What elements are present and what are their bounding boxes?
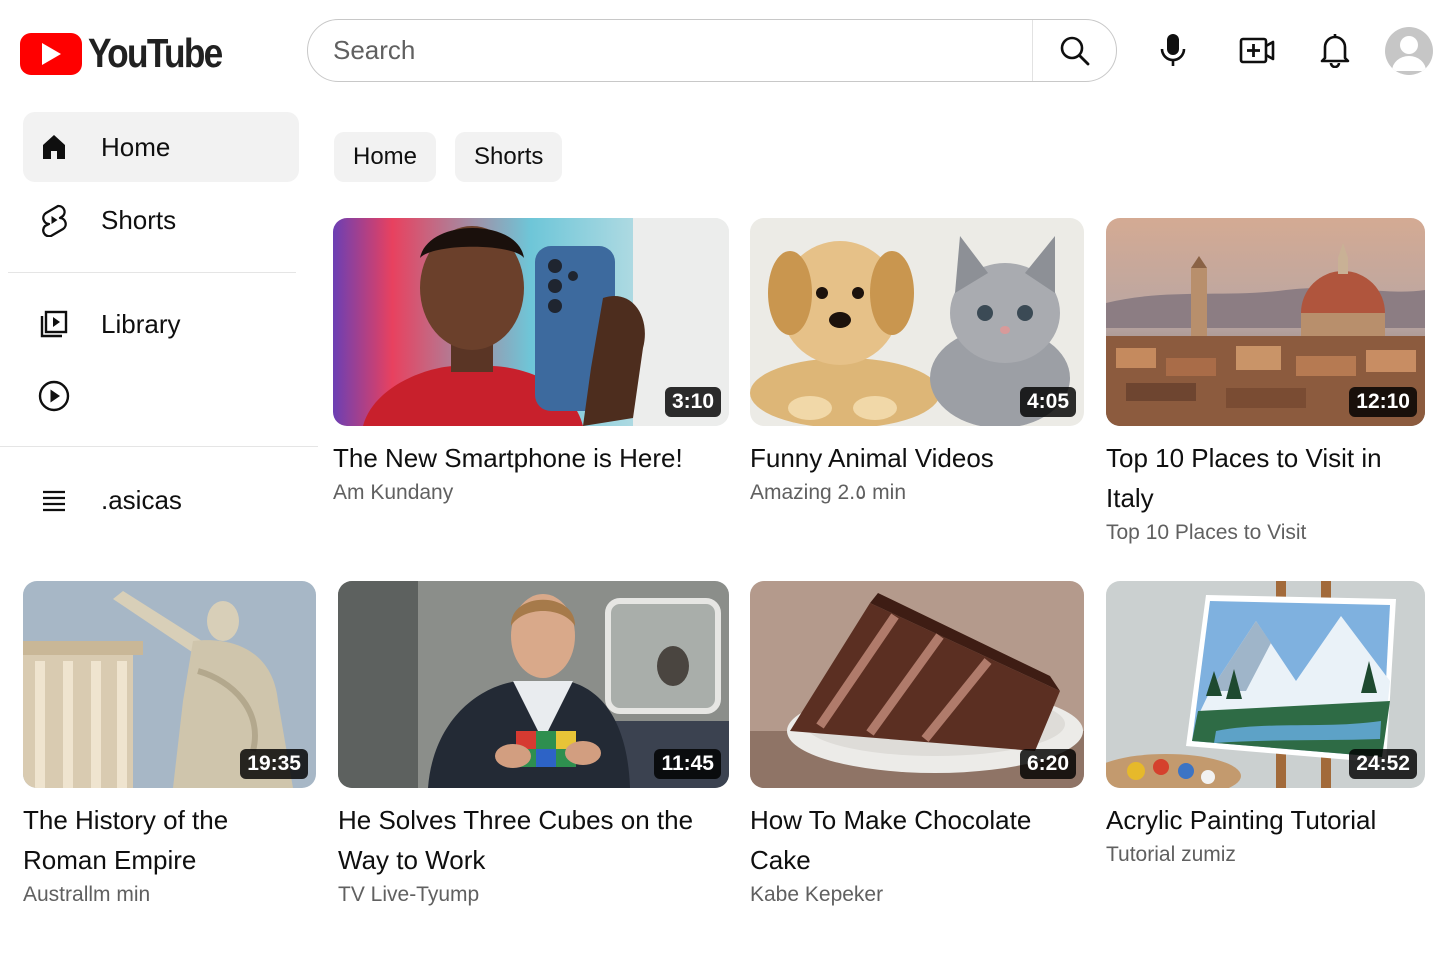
video-duration: 11:45 bbox=[654, 749, 721, 779]
notifications-button[interactable] bbox=[1312, 27, 1358, 73]
video-thumbnail[interactable]: 3:10 bbox=[333, 218, 729, 426]
video-thumbnail[interactable]: 11:45 bbox=[338, 581, 729, 788]
video-thumbnail[interactable]: 19:35 bbox=[23, 581, 316, 788]
video-thumbnail[interactable]: 12:10 bbox=[1106, 218, 1425, 426]
microphone-icon bbox=[1160, 34, 1186, 66]
sidebar-item-label: Home bbox=[101, 131, 171, 162]
search-icon bbox=[1060, 36, 1089, 65]
video-title[interactable]: The History of the Roman Empire bbox=[23, 800, 316, 880]
list-icon bbox=[37, 483, 71, 517]
create-button[interactable] bbox=[1234, 27, 1280, 73]
shorts-icon bbox=[37, 203, 71, 237]
video-card[interactable]: 3:10 The New Smartphone is Here! Am Kund… bbox=[333, 218, 729, 506]
sidebar-divider bbox=[8, 272, 296, 273]
video-channel[interactable]: Amazing 2.٥ min bbox=[750, 480, 1084, 506]
sidebar-divider bbox=[0, 446, 318, 447]
youtube-logo[interactable]: YouTube bbox=[20, 30, 243, 77]
sidebar-item-shorts[interactable]: Shorts bbox=[23, 185, 299, 255]
video-title[interactable]: Funny Animal Videos bbox=[750, 438, 1084, 478]
video-channel[interactable]: Am Kundany bbox=[333, 480, 729, 506]
sidebar-item-label: .asicas bbox=[101, 484, 182, 515]
video-card[interactable]: 24:52 Acrylic Painting Tutorial Tutorial… bbox=[1106, 581, 1425, 868]
notifications-bell-icon bbox=[1320, 34, 1350, 68]
sidebar-item-videos[interactable] bbox=[23, 361, 299, 431]
video-thumbnail[interactable]: 6:20 bbox=[750, 581, 1084, 788]
sidebar-item-home[interactable]: Home bbox=[23, 112, 299, 182]
logo-text: YouTube bbox=[88, 30, 223, 76]
video-duration: 4:05 bbox=[1019, 387, 1076, 417]
video-card[interactable]: 4:05 Funny Animal Videos Amazing 2.٥ min bbox=[750, 218, 1084, 506]
video-channel[interactable]: Kabe Kepeker bbox=[750, 882, 1084, 908]
account-avatar[interactable] bbox=[1385, 27, 1433, 75]
video-card[interactable]: 12:10 Top 10 Places to Visit in Italy To… bbox=[1106, 218, 1425, 546]
video-thumbnail[interactable]: 4:05 bbox=[750, 218, 1084, 426]
video-duration: 6:20 bbox=[1019, 749, 1076, 779]
sidebar-item-label: Shorts bbox=[101, 204, 177, 235]
video-duration: 19:35 bbox=[240, 749, 308, 779]
video-duration: 24:52 bbox=[1349, 749, 1417, 779]
chip-home[interactable]: Home bbox=[334, 132, 437, 182]
sidebar-item-list[interactable]: .asicas bbox=[23, 465, 299, 535]
youtube-logo-icon bbox=[20, 32, 82, 75]
video-card[interactable]: 11:45 He Solves Three Cubes on the Way t… bbox=[338, 581, 729, 908]
video-title[interactable]: The New Smartphone is Here! bbox=[333, 438, 729, 478]
home-icon bbox=[37, 130, 71, 164]
create-video-icon bbox=[1239, 37, 1275, 64]
search-button[interactable] bbox=[1032, 20, 1116, 81]
account-avatar-icon bbox=[1392, 36, 1426, 71]
chip-shorts[interactable]: Shorts bbox=[455, 132, 563, 182]
video-channel[interactable]: Australlm min bbox=[23, 882, 316, 908]
play-circle-icon bbox=[37, 379, 71, 413]
video-title[interactable]: How To Make Chocolate Cake bbox=[750, 800, 1084, 880]
library-icon bbox=[37, 307, 71, 341]
video-duration: 3:10 bbox=[664, 387, 721, 417]
video-thumbnail[interactable]: 24:52 bbox=[1106, 581, 1425, 788]
video-title[interactable]: Top 10 Places to Visit in Italy bbox=[1106, 438, 1425, 518]
video-title[interactable]: Acrylic Painting Tutorial bbox=[1106, 800, 1425, 840]
sidebar-item-library[interactable]: Library bbox=[23, 289, 299, 359]
video-channel[interactable]: Tutorial zumiz bbox=[1106, 842, 1425, 868]
video-channel[interactable]: Top 10 Places to Visit bbox=[1106, 520, 1425, 546]
video-channel[interactable]: TV Live-Tyump bbox=[338, 882, 729, 908]
search-bar bbox=[307, 19, 1117, 82]
video-card[interactable]: 19:35 The History of the Roman Empire Au… bbox=[23, 581, 316, 908]
video-duration: 12:10 bbox=[1349, 387, 1417, 417]
search-input[interactable] bbox=[308, 20, 1032, 81]
sidebar-item-label: Library bbox=[101, 308, 181, 339]
voice-search-button[interactable] bbox=[1150, 27, 1196, 73]
video-title[interactable]: He Solves Three Cubes on the Way to Work bbox=[338, 800, 729, 880]
video-card[interactable]: 6:20 How To Make Chocolate Cake Kabe Kep… bbox=[750, 581, 1084, 908]
